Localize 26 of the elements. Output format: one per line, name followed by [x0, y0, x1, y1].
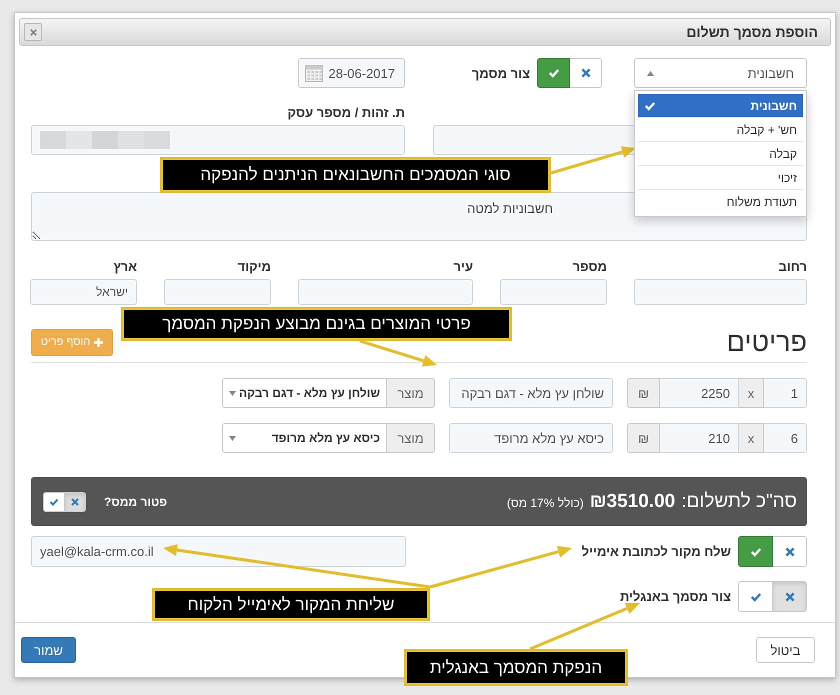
currency-label: ₪ — [627, 378, 660, 408]
callout: הנפקת המסמך באנגלית — [404, 649, 628, 686]
callout: שליחת המקור לאימייל הלקוח — [152, 588, 430, 621]
callout: סוגי המסמכים החשבונאים הניתנים להנפקה — [160, 157, 551, 193]
field-label: מספר — [572, 259, 607, 274]
field-label: צור מסמך — [472, 66, 530, 80]
addon-label: מוצר — [386, 378, 435, 408]
addon-label: x — [738, 378, 764, 408]
select-value: חשבונית — [748, 66, 794, 80]
total-label: סה"כ לתשלום: — [681, 490, 797, 512]
field-label: צור מסמך באנגלית — [620, 589, 731, 604]
total-amount: ₪3510.00 — [590, 490, 676, 512]
field-label: מיקוד — [236, 259, 271, 274]
field-label: שלח מקור לכתובת אימייל — [582, 544, 731, 559]
tax-note: (כולל 17% מס) — [506, 496, 584, 510]
addon-label: מוצר — [386, 423, 435, 453]
currency-label: ₪ — [627, 423, 660, 453]
field-label: ארץ — [112, 259, 137, 274]
field-label: עיר — [452, 259, 473, 274]
section-title: פריטים — [726, 326, 807, 359]
addon-label: x — [738, 423, 764, 453]
field-label: רחוב — [778, 259, 807, 274]
callout: פרטי המוצרים בגינם מבוצע הנפקת המסמך — [121, 307, 512, 341]
field-label: פטור ממס? — [104, 494, 168, 508]
field-label: ת. זהות / מספר עסק — [286, 105, 405, 120]
window-title: הוספת מסמך תשלום — [686, 24, 818, 40]
